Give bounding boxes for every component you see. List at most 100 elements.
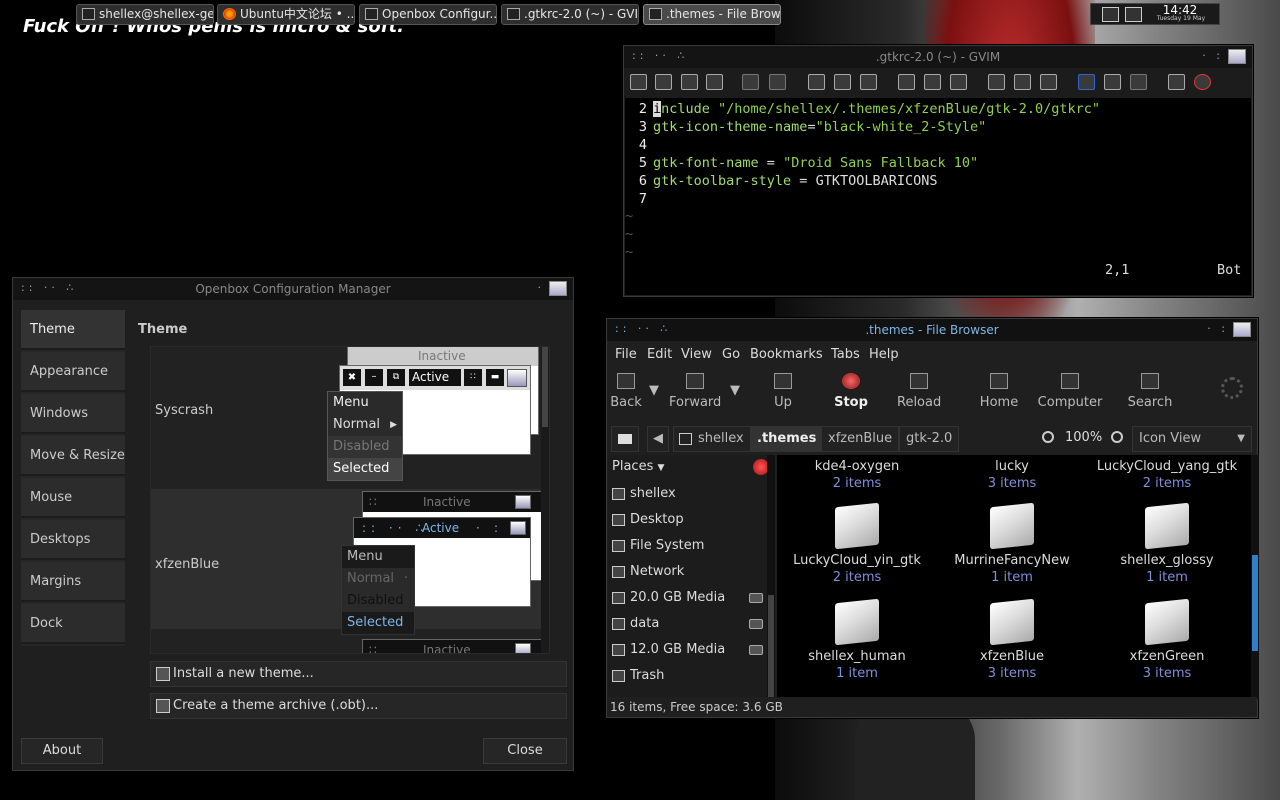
menu-view[interactable]: View: [681, 347, 712, 362]
tag-jump-icon[interactable]: [1168, 74, 1185, 90]
icon-view[interactable]: kde4-oxygen 2 items lucky 3 items LuckyClo…: [777, 455, 1252, 699]
up-button[interactable]: Up: [771, 369, 795, 410]
make-icon[interactable]: [1078, 74, 1095, 90]
task-firefox[interactable]: Ubuntu中文论坛 • ...: [217, 4, 355, 25]
menu-bookmarks[interactable]: Bookmarks: [750, 347, 823, 362]
folder-item[interactable]: xfzenGreen 3 items: [1092, 598, 1242, 681]
save-session-icon[interactable]: [1014, 74, 1031, 90]
replace-icon[interactable]: [898, 74, 915, 90]
eject-icon[interactable]: [749, 619, 763, 629]
path-crumb-gtk20[interactable]: gtk-2.0: [899, 426, 960, 452]
iconify-icon[interactable]: · :: [1202, 49, 1220, 62]
open-icon[interactable]: [630, 74, 647, 90]
computer-button[interactable]: Computer: [1037, 369, 1103, 410]
sidebar-item-desktops[interactable]: Desktops: [21, 520, 125, 560]
theme-list[interactable]: Syscrash Inactive ✖ – ⧉ Active ∷ ▬ Menu …: [150, 346, 550, 654]
place-network[interactable]: Network: [608, 559, 768, 585]
task-terminal[interactable]: shellex@shellex-ge...: [76, 4, 214, 25]
iconify-icon[interactable]: ·: [538, 281, 542, 294]
task-file-browser[interactable]: .themes - File Brow...: [643, 4, 781, 25]
undo-icon[interactable]: [742, 74, 759, 90]
place-12gb-media[interactable]: 12.0 GB Media: [608, 637, 768, 663]
cut-icon[interactable]: [808, 74, 825, 90]
load-session-icon[interactable]: [988, 74, 1005, 90]
menu-tabs[interactable]: Tabs: [831, 347, 860, 362]
iconify-icon[interactable]: · :: [1207, 322, 1225, 335]
back-history-arrow-icon[interactable]: ▼: [649, 383, 659, 398]
path-crumb-shellex[interactable]: shellex: [673, 426, 751, 452]
menu-file[interactable]: File: [615, 347, 637, 362]
sidebar-item-theme[interactable]: Theme: [21, 310, 125, 350]
places-selector[interactable]: Places ▼: [612, 459, 664, 474]
help-icon[interactable]: [1194, 74, 1211, 90]
folder-item[interactable]: shellex_glossy 1 item: [1092, 502, 1242, 585]
forward-button[interactable]: Forward: [669, 369, 721, 410]
view-mode-select[interactable]: Icon View ▼: [1132, 426, 1252, 452]
zoom-icon[interactable]: [1042, 431, 1054, 443]
eject-icon[interactable]: [749, 593, 763, 603]
folder-item[interactable]: xfzenBlue 3 items: [937, 598, 1087, 681]
vim-editor[interactable]: 2 include "/home/shellex/.themes/xfzenBlu…: [625, 98, 1251, 295]
back-button[interactable]: Back: [609, 369, 643, 410]
create-archive-button[interactable]: Create a theme archive (.obt)...: [150, 693, 567, 719]
folder-item[interactable]: lucky 3 items: [937, 459, 1087, 491]
place-desktop[interactable]: Desktop: [608, 507, 768, 533]
sidebar-item-move-resize[interactable]: Move & Resize: [21, 436, 125, 476]
place-20gb-media[interactable]: 20.0 GB Media: [608, 585, 768, 611]
folder-item[interactable]: MurrineFancyNew 1 item: [937, 502, 1087, 585]
path-crumb-xfzenblue[interactable]: xfzenBlue: [821, 426, 900, 452]
run-script-icon[interactable]: [1040, 74, 1057, 90]
redo-icon[interactable]: [769, 74, 786, 90]
folder-item[interactable]: LuckyCloud_yin_gtk 2 items: [782, 502, 932, 585]
menu-go[interactable]: Go: [722, 347, 740, 362]
menu-edit[interactable]: Edit: [647, 347, 672, 362]
folder-item[interactable]: kde4-oxygen 2 items: [782, 459, 932, 491]
sidebar-item-appearance[interactable]: Appearance: [21, 352, 125, 392]
about-button[interactable]: About: [21, 738, 103, 764]
zoom-in-icon[interactable]: [1111, 431, 1123, 443]
theme-list-scrollbar[interactable]: [541, 347, 549, 653]
sidebar-item-dock[interactable]: Dock: [21, 604, 125, 644]
find-next-icon[interactable]: [924, 74, 941, 90]
menu-help[interactable]: Help: [869, 347, 899, 362]
theme-row-syscrash[interactable]: Syscrash Inactive ✖ – ⧉ Active ∷ ▬ Menu …: [151, 347, 543, 487]
sidebar-item-windows[interactable]: Windows: [21, 394, 125, 434]
sidebar-item-margins[interactable]: Margins: [21, 562, 125, 602]
monitor-tray-icon[interactable]: [1125, 7, 1142, 22]
window-titlebar[interactable]: :: ·· ∴ .themes - File Browser · :: [607, 319, 1257, 341]
eject-icon[interactable]: [749, 645, 763, 655]
print-icon[interactable]: [706, 74, 723, 90]
theme-row-xfzenblue[interactable]: xfzenBlue ∷ Inactive :: ·· ∴ Active ·: Menu…: [151, 489, 543, 635]
task-gvim[interactable]: .gtkrc-2.0 (~) - GVIM: [501, 4, 639, 25]
theme-row-partial[interactable]: ∷ Inactive: [151, 631, 543, 653]
place-trash[interactable]: Trash: [608, 663, 768, 689]
path-crumb-themes[interactable]: .themes: [750, 426, 824, 452]
run-ctags-icon[interactable]: [1130, 74, 1147, 90]
install-theme-button[interactable]: Install a new theme...: [150, 661, 567, 687]
paste-icon[interactable]: [860, 74, 877, 90]
search-button[interactable]: Search: [1127, 369, 1173, 410]
window-titlebar[interactable]: :: ·· ∴ .gtkrc-2.0 (~) - GVIM · :: [624, 46, 1252, 68]
folder-item[interactable]: LuckyCloud_yang_gtk 2 items: [1092, 459, 1242, 491]
home-button[interactable]: Home: [979, 369, 1019, 410]
find-prev-icon[interactable]: [950, 74, 967, 90]
place-file-system[interactable]: File System: [608, 533, 768, 559]
toggle-location-button[interactable]: [611, 426, 639, 452]
reload-button[interactable]: Reload: [897, 369, 941, 410]
place-data[interactable]: data: [608, 611, 768, 637]
stop-button[interactable]: Stop: [831, 369, 871, 410]
icon-view-scrollbar[interactable]: [1251, 455, 1259, 699]
sidebar-item-mouse[interactable]: Mouse: [21, 478, 125, 518]
network-tray-icon[interactable]: [1102, 7, 1119, 22]
forward-history-arrow-icon[interactable]: ▼: [730, 383, 740, 398]
maximize-icon[interactable]: [1233, 322, 1251, 337]
copy-icon[interactable]: [834, 74, 851, 90]
maximize-icon[interactable]: [549, 281, 567, 296]
places-scrollbar[interactable]: [767, 455, 775, 699]
task-openbox-config[interactable]: Openbox Configur...: [359, 4, 497, 25]
window-titlebar[interactable]: :: ·· ∴ Openbox Configuration Manager ·: [13, 278, 573, 300]
shell-icon[interactable]: [1104, 74, 1121, 90]
place-shellex[interactable]: shellex: [608, 481, 768, 507]
close-button[interactable]: Close: [483, 738, 567, 764]
maximize-icon[interactable]: [1228, 49, 1246, 64]
